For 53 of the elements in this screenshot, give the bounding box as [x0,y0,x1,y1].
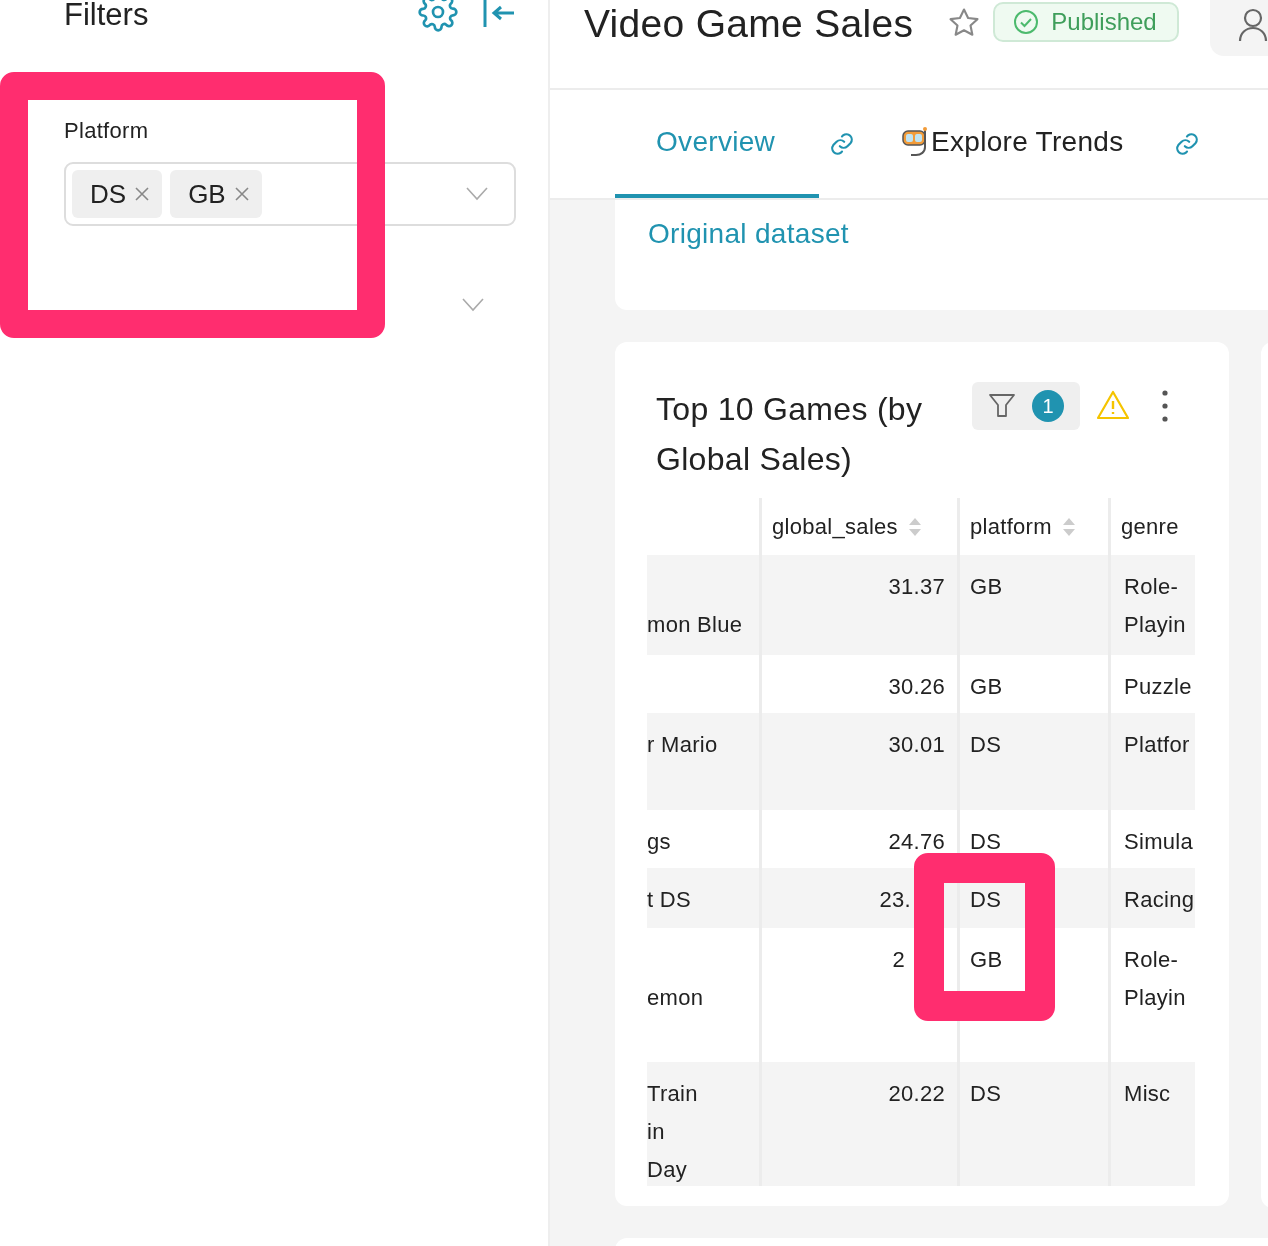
cell-text: Role-Playin [1124,947,1186,1010]
cell-text: t DS [647,887,691,912]
cell-text: mon Blue [647,612,743,637]
collapse-icon[interactable] [482,0,516,29]
cell-text: r Mario [647,732,718,757]
filter-button[interactable]: 1 [972,382,1080,430]
status-badge: Published [993,2,1179,42]
cell-text: 24.76 [888,829,945,854]
check-circle-icon [1013,9,1040,35]
cell-text: DS [970,829,1002,854]
cell-text: GB [970,574,1003,599]
remove-icon[interactable] [134,186,151,202]
cell-text: GB [970,674,1003,699]
cell-text: Train in Day [647,1081,698,1182]
cell-text: Misc [1124,1081,1171,1106]
cell-text: 20.22 [888,1081,945,1106]
cell-text: Puzzle [1124,674,1192,699]
cell-text: emon [647,985,704,1010]
cell-text: GB [970,947,1003,972]
filter-label: Platform [64,118,150,144]
filter-icon [988,393,1016,419]
tab[interactable]: Explore Trends [883,90,1124,198]
dataset-link[interactable]: Original dataset [648,218,849,249]
cell-text: Racing [1124,887,1195,912]
cell-text: Simula [1124,829,1194,854]
value-tag: DS [72,170,163,218]
cell-text: 23. [879,887,911,912]
cell-text: gs [647,829,671,854]
user-menu-button[interactable] [1210,0,1268,56]
select-field[interactable]: DS GB [64,162,516,226]
cell-text: 30.01 [888,732,945,757]
settings-icon[interactable] [418,0,458,32]
cell-text: DS [970,1081,1002,1106]
dashboard-title: Video Game Sales [584,2,914,46]
user-icon [1238,8,1268,42]
cell-text: Platfor [1124,732,1190,757]
chevron-icon[interactable] [466,187,488,201]
column-header[interactable]: global_sales [762,498,957,555]
more-icon[interactable] [1162,390,1168,422]
sidebar-title: Filters [64,0,150,30]
chevron-icon[interactable] [462,298,484,312]
cell-text: 30.26 [888,674,945,699]
cell-text: Role-Playin [1124,574,1186,637]
value-tag: GB [170,170,262,218]
remove-icon[interactable] [233,186,250,202]
column-header[interactable]: genre [1111,498,1195,555]
chart-title: Top 10 Games (by Global Sales) [656,390,924,479]
cell-text: DS [970,887,1002,912]
cell-text: 31.37 [888,574,945,599]
cell-text: 2 [892,947,905,972]
cell-text: DS [970,732,1002,757]
snorkel-mask-icon [901,127,929,157]
column-header[interactable]: platform [960,498,1108,555]
